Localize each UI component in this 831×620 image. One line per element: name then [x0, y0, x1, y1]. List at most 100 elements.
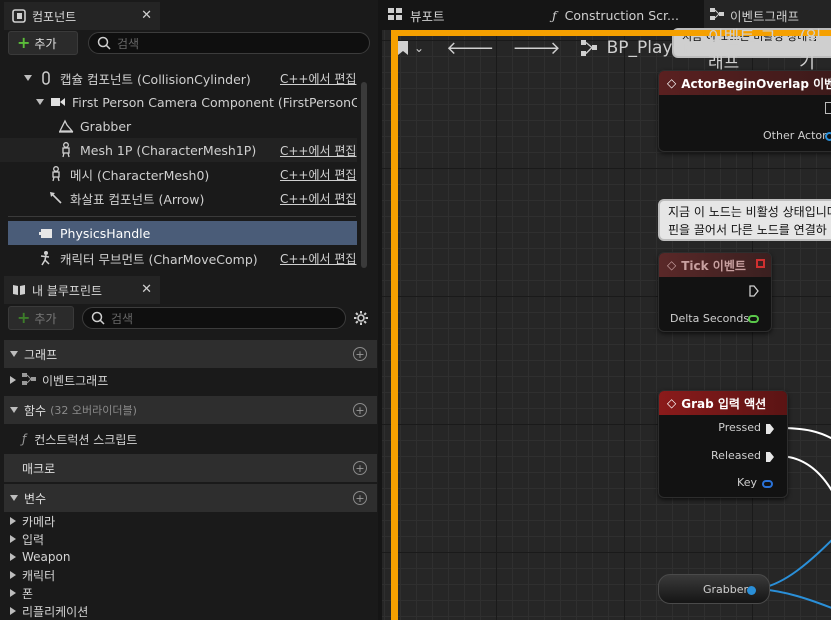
component-item-physicshandle[interactable]: PhysicsHandle [8, 221, 357, 245]
edit-in-cpp-link[interactable]: C++에서 편집 [280, 142, 356, 159]
component-item-arrow[interactable]: 화살표 컴포넌트 (Arrow) C++에서 편집 [0, 186, 357, 210]
components-scrollbar[interactable] [361, 82, 367, 268]
graph-item-event-graph[interactable]: 이벤트그래프 [10, 369, 108, 391]
struct-pin[interactable] [762, 480, 773, 488]
component-item-mesh1p[interactable]: Mesh 1P (CharacterMesh1P) C++에서 편집 [0, 138, 357, 162]
add-macro-icon[interactable]: + [353, 461, 367, 475]
function-item-construction-script[interactable]: ƒ 컨스트럭션 스크립트 [22, 428, 137, 450]
variable-group-label: 입력 [22, 532, 45, 547]
edit-in-cpp-link[interactable]: C++에서 편집 [280, 250, 356, 267]
add-blueprint-item-button[interactable]: + 추가 [8, 306, 74, 330]
component-label: 화살표 컴포넌트 (Arrow) [70, 191, 205, 207]
components-panel-title: 컴포넌트 [32, 9, 77, 24]
node-header: ◇ ActorBeginOverlap 이벤트 [659, 71, 831, 95]
exec-out-pin[interactable] [749, 285, 759, 300]
section-variables[interactable]: 변수 + [4, 484, 377, 512]
collapse-arrow-icon[interactable] [10, 407, 18, 413]
node-header: ◇ Tick 이벤트 [659, 253, 771, 277]
section-functions[interactable]: 함수 (32 오버라이더블) + [4, 396, 377, 424]
edit-in-cpp-link[interactable]: C++에서 편집 [280, 70, 356, 87]
construction-script-label: 컨스트럭션 스크립트 [34, 432, 138, 447]
expand-arrow-icon[interactable] [36, 99, 44, 105]
left-side-panels: 컴포넌트 ✕ + 추가 검색 캡슐 컴포넌트 (CollisionCylinde… [0, 0, 378, 620]
add-component-label: 추가 [34, 36, 57, 51]
pin-label: Other Actor [763, 129, 827, 142]
float-pin[interactable] [748, 315, 759, 323]
node-header: ◇ Grab 입력 액션 [659, 391, 787, 415]
event-graph-label: 이벤트그래프 [42, 373, 109, 388]
variable-group-character[interactable]: 캐릭터 [10, 566, 55, 584]
add-function-icon[interactable]: + [353, 403, 367, 417]
expand-arrow-icon[interactable] [10, 535, 16, 543]
gear-icon[interactable] [353, 310, 369, 329]
component-label: First Person Camera Component (FirstPers… [72, 94, 357, 110]
component-item-capsule[interactable]: 캡슐 컴포넌트 (CollisionCylinder) C++에서 편집 [0, 66, 357, 90]
variable-group-label: 폰 [22, 586, 34, 601]
variable-group-pawn[interactable]: 폰 [10, 584, 33, 602]
collapse-arrow-icon[interactable] [10, 495, 18, 501]
edit-in-cpp-link[interactable]: C++에서 편집 [280, 190, 356, 207]
comment-bubble: 지금 이 노드는 비활성 상태입니다 핀을 끌어서 다른 노드를 연결하 [658, 199, 831, 241]
close-icon[interactable]: ✕ [141, 282, 152, 297]
component-label: 메시 (CharacterMesh0) [70, 167, 210, 183]
expand-arrow-icon[interactable] [10, 571, 16, 579]
pin-label: Released [711, 449, 761, 462]
collapse-arrow-icon[interactable] [10, 351, 18, 357]
variable-group-input[interactable]: 입력 [10, 530, 44, 548]
actor-component-icon [38, 225, 54, 241]
components-icon [12, 9, 26, 23]
section-macros-label: 매크로 [22, 461, 56, 476]
object-pin[interactable] [747, 586, 756, 595]
component-label: PhysicsHandle [60, 225, 151, 241]
exec-out-pin[interactable] [825, 102, 831, 114]
exec-out-pin[interactable] [765, 423, 775, 438]
scene-component-icon [58, 118, 74, 134]
components-panel-tab[interactable]: 컴포넌트 ✕ [4, 2, 160, 30]
node-grabber-variable[interactable]: Grabber [658, 574, 770, 604]
edit-in-cpp-link[interactable]: C++에서 편집 [280, 166, 356, 183]
pin-label: Pressed [718, 421, 761, 434]
add-graph-icon[interactable]: + [353, 347, 367, 361]
variable-group-camera[interactable]: 카메라 [10, 512, 55, 530]
variable-group-label: Weapon [22, 550, 71, 564]
stop-icon [756, 259, 765, 268]
book-icon [12, 283, 26, 297]
event-diamond-icon: ◇ [667, 396, 677, 410]
comment-line-2: 핀을 끌어서 다른 노드를 연결하 [668, 223, 827, 237]
comment-line-1: 지금 이 노드는 비활성 상태입니다 [668, 205, 831, 219]
variable-group-replication[interactable]: 리플리케이션 [10, 602, 88, 620]
plus-icon: + [17, 308, 31, 327]
expand-arrow-icon[interactable] [10, 553, 16, 561]
component-label: Grabber [80, 118, 132, 134]
components-search-placeholder: 검색 [117, 36, 140, 51]
search-icon [91, 311, 105, 325]
my-blueprint-panel-title: 내 블루프린트 [32, 283, 103, 298]
component-item-charmove[interactable]: 캐릭터 무브먼트 (CharMoveComp) C++에서 편집 [0, 246, 357, 270]
my-blueprint-panel-tab[interactable]: 내 블루프린트 ✕ [4, 276, 160, 304]
close-icon[interactable]: ✕ [141, 8, 152, 23]
section-graph[interactable]: 그래프 + [4, 340, 377, 368]
add-variable-icon[interactable]: + [353, 491, 367, 505]
blueprint-search-placeholder: 검색 [111, 311, 134, 326]
pin-label: Key [737, 476, 757, 489]
expand-arrow-icon[interactable] [10, 376, 16, 384]
component-item-camera[interactable]: First Person Camera Component (FirstPers… [0, 90, 357, 114]
node-tick-event[interactable]: ◇ Tick 이벤트 Delta Seconds [658, 252, 772, 332]
expand-arrow-icon[interactable] [10, 517, 16, 525]
blueprint-search-input[interactable]: 검색 [82, 307, 346, 329]
variable-group-label: 캐릭터 [22, 568, 56, 583]
variable-group-weapon[interactable]: Weapon [10, 548, 70, 566]
expand-arrow-icon[interactable] [10, 607, 16, 615]
object-pin[interactable] [825, 132, 831, 141]
function-icon: ƒ [22, 432, 27, 446]
add-component-button[interactable]: + 추가 [8, 31, 78, 55]
node-actor-begin-overlap[interactable]: ◇ ActorBeginOverlap 이벤트 Other Actor [658, 70, 831, 152]
components-search-input[interactable]: 검색 [88, 32, 370, 54]
component-item-grabber[interactable]: Grabber [0, 114, 357, 138]
section-macros[interactable]: 매크로 + [4, 454, 377, 482]
component-item-mesh[interactable]: 메시 (CharacterMesh0) C++에서 편집 [0, 162, 357, 186]
expand-arrow-icon[interactable] [24, 75, 32, 81]
exec-out-pin[interactable] [765, 451, 775, 466]
node-grab-input-action[interactable]: ◇ Grab 입력 액션 Pressed Released Key [658, 390, 788, 498]
expand-arrow-icon[interactable] [10, 589, 16, 597]
